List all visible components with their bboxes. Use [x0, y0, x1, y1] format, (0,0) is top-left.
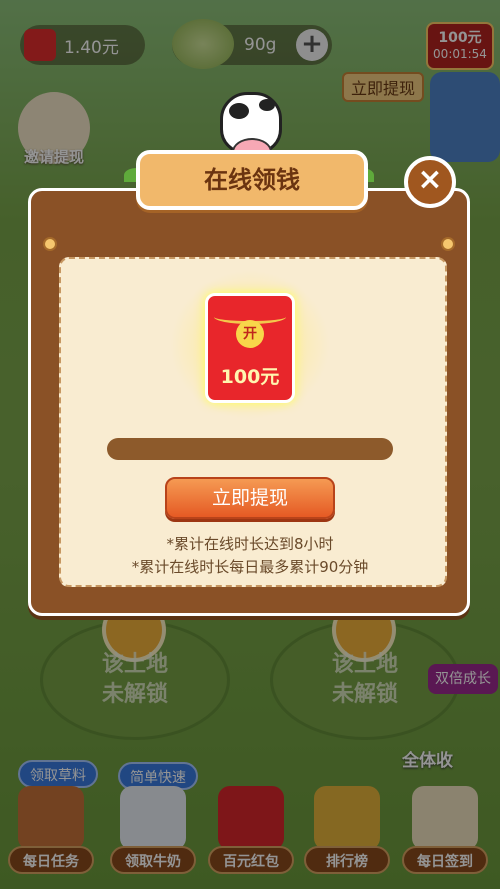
- cow-spot: [259, 99, 275, 111]
- red-packet-amount: 100元: [220, 366, 280, 388]
- decorative-stud: [45, 239, 55, 249]
- close-button[interactable]: ×: [404, 156, 456, 208]
- rule-note-2: *累计在线时长每日最多累计90分钟: [131, 558, 369, 576]
- online-time-progress-bar: [107, 438, 393, 460]
- withdraw-now-button[interactable]: 立即提现: [165, 477, 335, 519]
- dialog-title: 在线领钱: [136, 150, 368, 210]
- open-coin-icon: 开: [236, 320, 264, 348]
- red-packet[interactable]: 开 100元: [205, 293, 295, 403]
- cow-spot: [229, 103, 249, 119]
- rule-note-1: *累计在线时长达到8小时: [166, 535, 334, 553]
- decorative-stud: [443, 239, 453, 249]
